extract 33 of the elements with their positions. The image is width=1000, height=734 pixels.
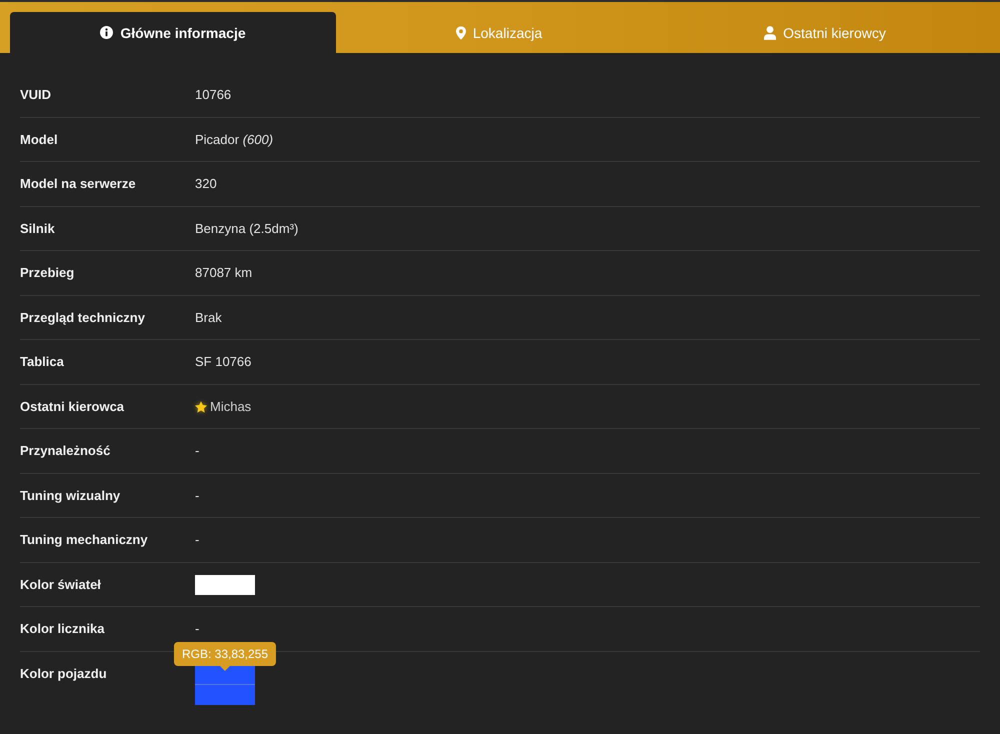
user-icon — [764, 26, 776, 40]
field-value: Brak — [195, 308, 222, 326]
field-label: Tuning mechaniczny — [20, 531, 149, 549]
field-value: - — [195, 486, 200, 504]
info-icon — [100, 26, 114, 39]
field-label: VUID — [20, 86, 52, 104]
field-value: - — [195, 442, 200, 460]
tab[interactable]: Ostatni kierowcy — [662, 12, 988, 53]
field-label: Model na serwerze — [20, 175, 137, 193]
tab[interactable]: Lokalizacja — [336, 12, 662, 53]
field-value: 320 — [195, 175, 217, 193]
field-label: Tuning wizualny — [20, 486, 122, 505]
field-label: Tablica — [20, 353, 65, 371]
tab[interactable]: Główne informacje — [10, 12, 336, 53]
field-value: - — [195, 531, 200, 549]
tooltip: RGB: 33,83,255 — [174, 642, 276, 670]
field-value: 87087 km — [195, 264, 252, 282]
field-label: Kolor licznika — [20, 620, 106, 638]
field-label: Model — [20, 130, 59, 148]
field-label: Kolor świateł — [20, 576, 102, 594]
field-label: Przebieg — [20, 264, 76, 282]
driver-name: Michas — [210, 398, 252, 416]
field-label: Przegląd techniczny — [20, 308, 146, 327]
field-label: Silnik — [20, 220, 56, 238]
field-value: SF 10766 — [195, 353, 252, 371]
field-label: Ostatni kierowca — [20, 398, 126, 416]
field-label: Przynależność — [20, 442, 112, 460]
field-value: - — [195, 620, 200, 638]
map-pin-icon — [456, 26, 466, 40]
field-value: Picador (600) — [195, 130, 274, 149]
field-value: Benzyna (2.5dm³) — [195, 220, 298, 238]
field-label: Kolor pojazdu — [20, 664, 108, 683]
field-value: 10766 — [195, 86, 232, 104]
